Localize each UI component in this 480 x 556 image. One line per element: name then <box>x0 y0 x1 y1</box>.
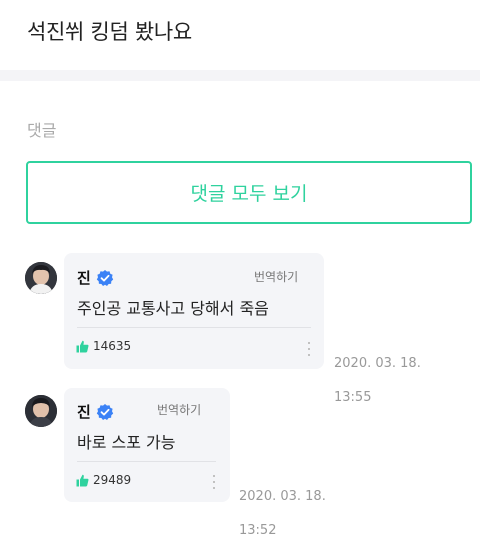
comment-timestamp: 2020. 03. 18. 13:55 <box>334 338 421 423</box>
comment-date: 2020. 03. 18. <box>334 356 421 371</box>
comment-time: 13:55 <box>334 390 372 405</box>
comment-divider <box>77 461 216 462</box>
comments-label: 댓글 <box>27 121 57 140</box>
vertical-dots-icon[interactable] <box>307 342 311 356</box>
verified-badge-icon <box>96 403 114 421</box>
comment-text: 바로 스포 가능 <box>77 433 176 452</box>
thumbs-up-icon <box>76 340 89 353</box>
comment-time: 13:52 <box>239 523 277 538</box>
comment-divider <box>77 327 311 328</box>
view-all-comments-button[interactable]: 댓글 모두 보기 <box>26 161 472 224</box>
translate-button[interactable]: 번역하기 <box>254 268 298 285</box>
section-divider <box>0 70 480 81</box>
comment-author[interactable]: 진 <box>77 267 114 288</box>
vertical-dots-icon[interactable] <box>212 475 216 489</box>
comment-text: 주인공 교통사고 당해서 죽음 <box>77 299 269 318</box>
avatar[interactable] <box>25 395 57 427</box>
like-count: 14635 <box>93 339 132 353</box>
comment-author[interactable]: 진 <box>77 401 114 422</box>
like-button[interactable]: 29489 <box>76 473 131 487</box>
author-name: 진 <box>77 403 91 421</box>
comment-date: 2020. 03. 18. <box>239 489 326 504</box>
post-title: 석진쒸 킹덤 봤나요 <box>27 20 192 44</box>
thumbs-up-icon <box>76 474 89 487</box>
like-button[interactable]: 14635 <box>76 339 131 353</box>
translate-button[interactable]: 번역하기 <box>157 401 201 418</box>
like-count: 29489 <box>93 473 132 487</box>
avatar[interactable] <box>25 262 57 294</box>
comment-timestamp: 2020. 03. 18. 13:52 <box>239 471 326 556</box>
verified-badge-icon <box>96 269 114 287</box>
author-name: 진 <box>77 269 91 287</box>
